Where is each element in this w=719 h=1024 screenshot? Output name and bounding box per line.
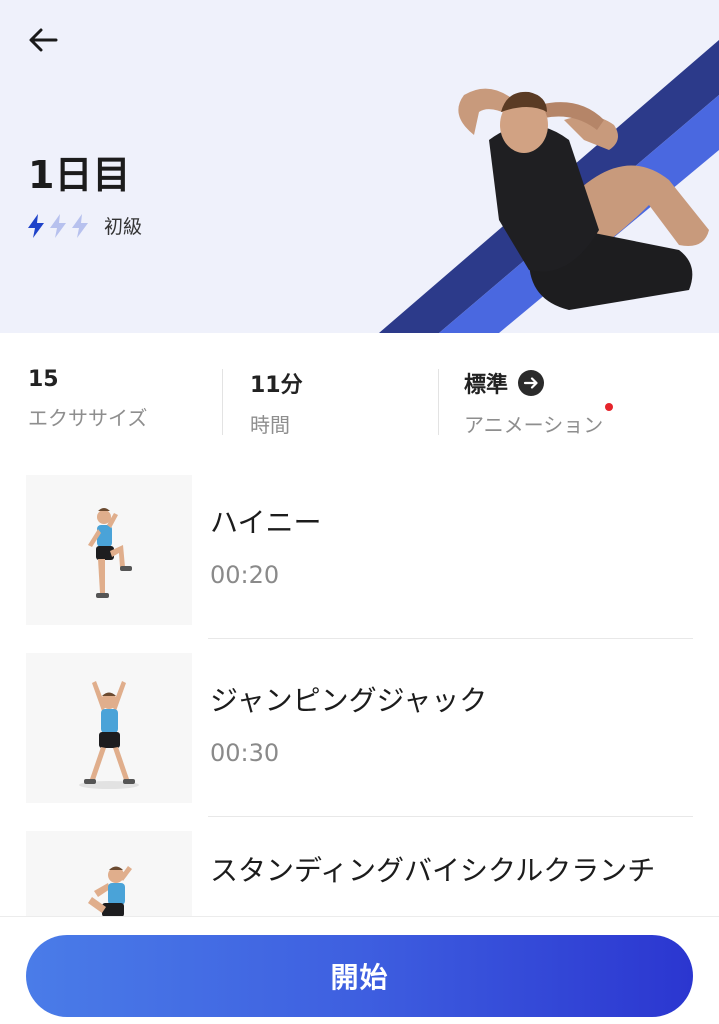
exercise-thumbnail [26,653,192,803]
animation-label-wrap: アニメーション [464,403,614,438]
start-button[interactable]: 開始 [26,935,693,1017]
exercise-duration: 00:20 [210,561,280,589]
exercise-list: ハイニー 00:20 ジャンピングジャック 00:30 スタンディングバイシクル… [0,461,719,916]
exercise-name: スタンディングバイシクルクランチ [210,854,656,887]
lightning-icon [72,213,88,238]
level-label: 初級 [104,216,143,238]
back-button[interactable] [26,22,70,58]
lightning-icon [28,213,44,238]
exercise-count: 15 [28,367,59,392]
start-button-label: 開始 [330,961,389,994]
duration-label: 時間 [250,413,290,437]
stat-animation[interactable]: 標準 アニメーション [438,333,719,451]
footer-bar: 開始 [0,916,719,1024]
exercise-duration: 00:30 [210,739,280,767]
exercise-count-label: エクササイズ [28,406,148,430]
list-item[interactable]: スタンディングバイシクルクランチ [0,817,719,916]
exercise-name: ジャンピングジャック [210,684,488,717]
standing-bicycle-crunch-figure [88,866,132,916]
duration-value: 11分 [250,373,303,398]
difficulty-level: 初級 [26,212,142,239]
exercise-thumbnail [26,475,192,625]
animation-mode-value: 標準 [464,373,509,398]
page-title: 1日目 [28,153,131,197]
animation-label: アニメーション [464,413,604,437]
lightning-icon [50,213,66,238]
list-item[interactable]: ジャンピングジャック 00:30 [0,639,719,817]
stat-duration: 11分 時間 [222,333,438,451]
divider [222,369,223,435]
high-knee-figure [88,508,132,598]
workout-hero-illustration [379,40,719,333]
workout-stats: 15 エクササイズ 11分 時間 標準 アニメーション [0,333,719,451]
jumping-jack-figure [79,681,139,789]
exercise-thumbnail [26,831,192,916]
list-item[interactable]: ハイニー 00:20 [0,461,719,639]
arrow-left-icon [29,28,58,52]
divider [438,369,439,435]
exercise-name: ハイニー [210,506,322,539]
stat-exercises: 15 エクササイズ [0,333,222,451]
notification-dot [605,403,614,411]
animation-mode-selector[interactable]: 標準 [464,367,719,399]
hero-header: 1日目 初級 [0,0,719,333]
arrow-right-circle-icon[interactable] [518,370,545,396]
